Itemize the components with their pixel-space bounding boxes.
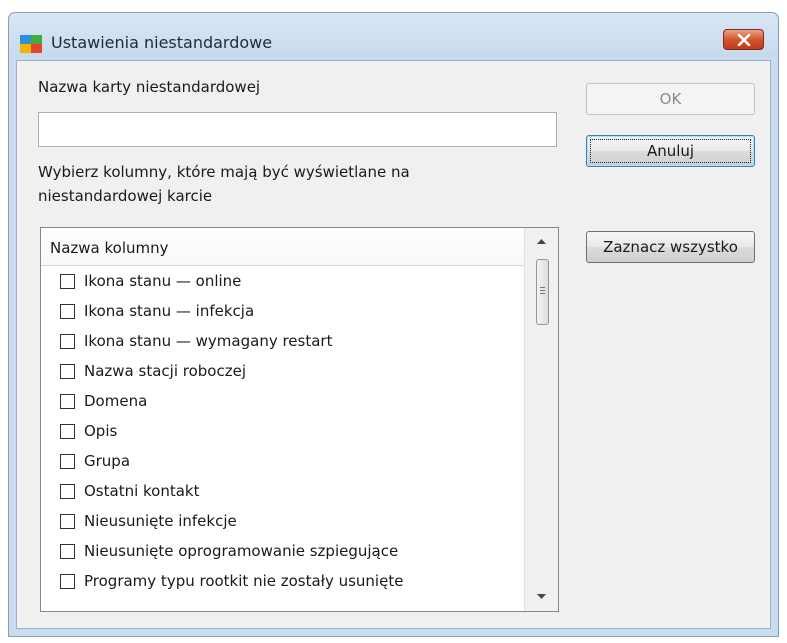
checkbox[interactable] [60,274,75,289]
list-item-label: Nazwa stacji roboczej [84,362,246,380]
column-header[interactable]: Nazwa kolumny [41,228,525,266]
ok-button-label: OK [659,90,682,108]
list-item[interactable]: Domena [41,386,525,416]
list-item-label: Opis [84,422,118,440]
close-icon [737,34,751,46]
list-item-label: Ikona stanu — online [84,272,242,290]
tab-name-label: Nazwa karty niestandardowej [38,78,261,96]
list-item-label: Programy typu rootkit nie zostały usunię… [84,572,404,590]
list-item-label: Nieusunięte oprogramowanie szpiegujące [84,542,399,560]
close-button[interactable] [723,29,764,50]
list-item[interactable]: Ikona stanu — infekcja [41,296,525,326]
list-item-label: Ostatni kontakt [84,482,200,500]
columns-prompt-line2: niestandardowej karcie [38,187,213,205]
list-item[interactable]: Nieusunięte infekcje [41,506,525,536]
cancel-button[interactable]: Anuluj [586,135,755,167]
list-item[interactable]: Nieusunięte oprogramowanie szpiegujące [41,536,525,566]
list-item[interactable]: Ikona stanu — wymagany restart [41,326,525,356]
checkbox[interactable] [60,364,75,379]
list-item[interactable]: Grupa [41,446,525,476]
tab-name-input[interactable] [38,112,557,147]
checkbox[interactable] [60,484,75,499]
checkbox[interactable] [60,454,75,469]
list-item-label: Ikona stanu — wymagany restart [84,332,333,350]
avg-logo-icon [20,35,42,53]
checkbox[interactable] [60,304,75,319]
scroll-down-button[interactable] [525,587,558,607]
list-item-label: Domena [84,392,148,410]
select-all-button[interactable]: Zaznacz wszystko [586,231,755,263]
checkbox[interactable] [60,544,75,559]
vertical-scrollbar[interactable] [524,228,558,611]
columns-listview[interactable]: Nazwa kolumny Ikona stanu — online Ikona… [40,227,559,612]
list-item-label: Nieusunięte infekcje [84,512,237,530]
checkbox[interactable] [60,574,75,589]
ok-button[interactable]: OK [586,83,755,115]
column-header-label: Nazwa kolumny [50,239,169,257]
checkbox[interactable] [60,334,75,349]
list-item-label: Ikona stanu — infekcja [84,302,255,320]
columns-list: Ikona stanu — online Ikona stanu — infek… [41,266,525,596]
scroll-up-button[interactable] [525,232,558,252]
window-title: Ustawienia niestandardowe [51,33,273,52]
checkbox[interactable] [60,424,75,439]
list-item[interactable]: Opis [41,416,525,446]
title-bar[interactable]: Ustawienia niestandardowe [9,13,778,57]
checkbox[interactable] [60,514,75,529]
list-item[interactable]: Nazwa stacji roboczej [41,356,525,386]
columns-prompt-line1: Wybierz kolumny, które mają być wyświetl… [38,163,410,181]
arrow-down-icon [537,594,546,599]
scrollbar-thumb[interactable] [536,259,549,325]
list-item[interactable]: Ikona stanu — online [41,266,525,296]
dialog-client-area: Nazwa karty niestandardowej Wybierz kolu… [16,60,771,629]
list-item-label: Grupa [84,452,131,470]
checkbox[interactable] [60,394,75,409]
select-all-button-label: Zaznacz wszystko [603,238,738,256]
list-item[interactable]: Ostatni kontakt [41,476,525,506]
arrow-up-icon [537,239,546,244]
list-item[interactable]: Programy typu rootkit nie zostały usunię… [41,566,525,596]
cancel-button-label: Anuluj [646,142,695,160]
dialog-window: Ustawienia niestandardowe Nazwa karty ni… [8,12,779,637]
